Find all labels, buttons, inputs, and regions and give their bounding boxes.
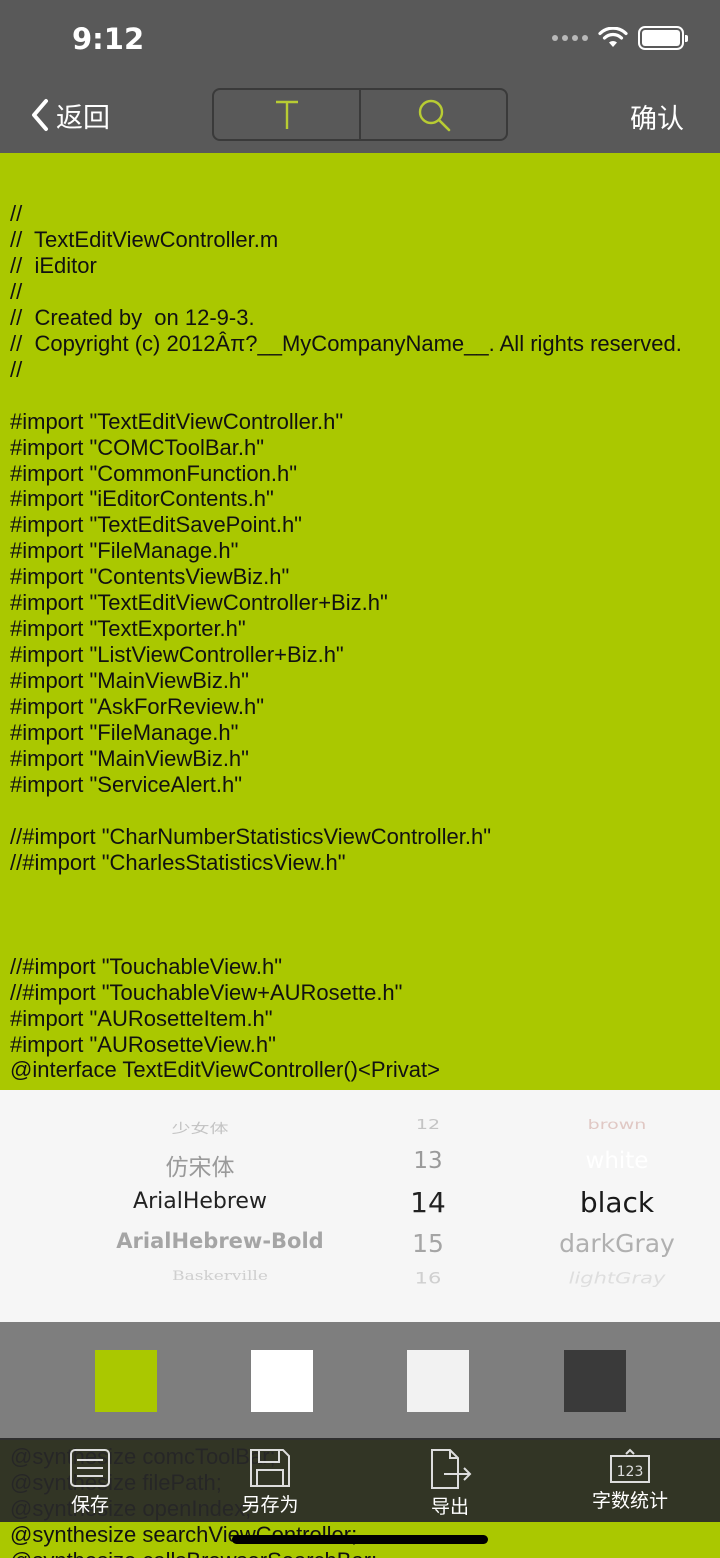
- style-picker[interactable]: 少女体 仿宋体 ArialHebrew ArialHebrew-Bold Bas…: [0, 1090, 720, 1322]
- code-line: #import "CommonFunction.h": [10, 460, 298, 486]
- picker-option[interactable]: 12: [388, 1117, 468, 1132]
- code-line: //: [10, 356, 23, 382]
- text-editor[interactable]: //// TextEditViewController.m// iEditor /…: [10, 201, 710, 1083]
- picker-option[interactable]: brown: [532, 1117, 702, 1132]
- chevron-left-icon: [32, 99, 48, 131]
- status-time: 9:12: [72, 22, 145, 56]
- search-icon: [418, 99, 450, 131]
- word-count-icon: 123: [610, 1448, 650, 1483]
- code-line: @interface TextEditViewController()<Priv…: [10, 1057, 440, 1083]
- tab-text-format[interactable]: [214, 90, 359, 139]
- save-as-icon: [250, 1449, 290, 1487]
- tab-search[interactable]: [359, 90, 506, 139]
- code-line: #import "TextEditViewController.h": [10, 408, 344, 434]
- picker-option[interactable]: 13: [388, 1148, 468, 1174]
- code-line: #import "COMCToolBar.h": [10, 434, 265, 460]
- code-line: // iEditor: [10, 252, 97, 278]
- export-icon: [431, 1449, 472, 1489]
- picker-selected-color[interactable]: black: [532, 1186, 702, 1219]
- swatch-dark-gray[interactable]: [564, 1350, 626, 1412]
- swatch-light-gray[interactable]: [407, 1350, 469, 1412]
- code-line: //: [10, 201, 23, 226]
- code-line: #import "MainViewBiz.h": [10, 668, 249, 694]
- save-icon: [70, 1449, 110, 1487]
- back-label: 返回: [56, 102, 110, 134]
- bottom-toolbar: 保存 另存为 导出 123 字数统计: [0, 1438, 720, 1522]
- picker-option[interactable]: 仿宋体: [80, 1148, 320, 1182]
- code-line: //#import "TouchableView.h": [10, 953, 283, 979]
- picker-option[interactable]: lightGray: [532, 1269, 702, 1287]
- save-button[interactable]: 保存: [50, 1438, 130, 1522]
- code-line: // TextEditViewController.m: [10, 226, 279, 252]
- picker-selected-size[interactable]: 14: [388, 1186, 468, 1219]
- code-line: #import "TextEditSavePoint.h": [10, 512, 302, 538]
- code-line: #import "ContentsViewBiz.h": [10, 564, 290, 590]
- code-line: #import "TextEditViewController+Biz.h": [10, 590, 388, 616]
- picker-option[interactable]: 少女体: [80, 1118, 320, 1137]
- signal-icon: [552, 35, 588, 41]
- code-line: @synthesize callsBrowserSearchBar;: [10, 1548, 710, 1558]
- background-swatches: [0, 1322, 720, 1440]
- svg-text:123: 123: [617, 1464, 644, 1480]
- code-line: //#import "CharNumberStatisticsViewContr…: [10, 823, 492, 849]
- save-label: 保存: [70, 1494, 109, 1516]
- size-picker-column[interactable]: 12 13 14 15 16: [388, 1090, 468, 1322]
- picker-option[interactable]: Baskerville: [100, 1269, 340, 1284]
- export-label: 导出: [430, 1496, 469, 1518]
- picker-option[interactable]: darkGray: [532, 1229, 702, 1258]
- export-button[interactable]: 导出: [405, 1438, 495, 1522]
- color-picker-column[interactable]: brown white black darkGray lightGray: [532, 1090, 702, 1322]
- code-line: #import "FileManage.h": [10, 538, 239, 564]
- text-format-icon: [275, 100, 298, 129]
- battery-icon: [638, 26, 688, 50]
- code-line: #import "FileManage.h": [10, 720, 239, 746]
- code-line: #import "TextExporter.h": [10, 616, 246, 642]
- back-button[interactable]: 返回: [30, 94, 110, 136]
- status-icons: [552, 26, 688, 50]
- code-line: #import "AskForReview.h": [10, 694, 265, 720]
- code-line: #import "ServiceAlert.h": [10, 771, 243, 797]
- code-line: #import "MainViewBiz.h": [10, 746, 249, 772]
- mode-segmented-control[interactable]: [212, 88, 508, 141]
- code-line: #import "AURosetteItem.h": [10, 1005, 273, 1031]
- home-indicator: [232, 1535, 488, 1544]
- code-line: //#import "TouchableView+AURosette.h": [10, 979, 403, 1005]
- word-count-button[interactable]: 123 字数统计: [580, 1438, 680, 1522]
- code-line: //: [10, 278, 23, 304]
- word-count-label: 字数统计: [591, 1490, 668, 1512]
- confirm-button[interactable]: 确认: [630, 97, 684, 136]
- picker-option[interactable]: ArialHebrew-Bold: [100, 1229, 340, 1253]
- save-as-label: 另存为: [241, 1494, 299, 1516]
- swatch-green[interactable]: [95, 1350, 157, 1412]
- picker-option[interactable]: 16: [388, 1269, 468, 1287]
- wifi-icon: [598, 27, 628, 47]
- top-bar: 9:12 返回 确认: [0, 0, 720, 153]
- swatch-white[interactable]: [251, 1350, 313, 1412]
- font-picker-column[interactable]: 少女体 仿宋体 ArialHebrew ArialHebrew-Bold Bas…: [80, 1090, 323, 1322]
- picker-selected-font[interactable]: ArialHebrew: [80, 1189, 320, 1214]
- code-line: #import "AURosetteView.h": [10, 1031, 276, 1057]
- code-line: //#import "CharlesStatisticsView.h": [10, 849, 346, 875]
- picker-option[interactable]: 15: [388, 1229, 468, 1258]
- save-as-button[interactable]: 另存为: [225, 1438, 315, 1522]
- code-line: #import "iEditorContents.h": [10, 486, 274, 512]
- code-line: #import "ListViewController+Biz.h": [10, 642, 344, 668]
- code-line: // Created by on 12-9-3.: [10, 304, 255, 330]
- picker-option[interactable]: white: [532, 1148, 702, 1174]
- code-line: // Copyright (c) 2012Âπ?__MyCompanyName_…: [10, 330, 682, 356]
